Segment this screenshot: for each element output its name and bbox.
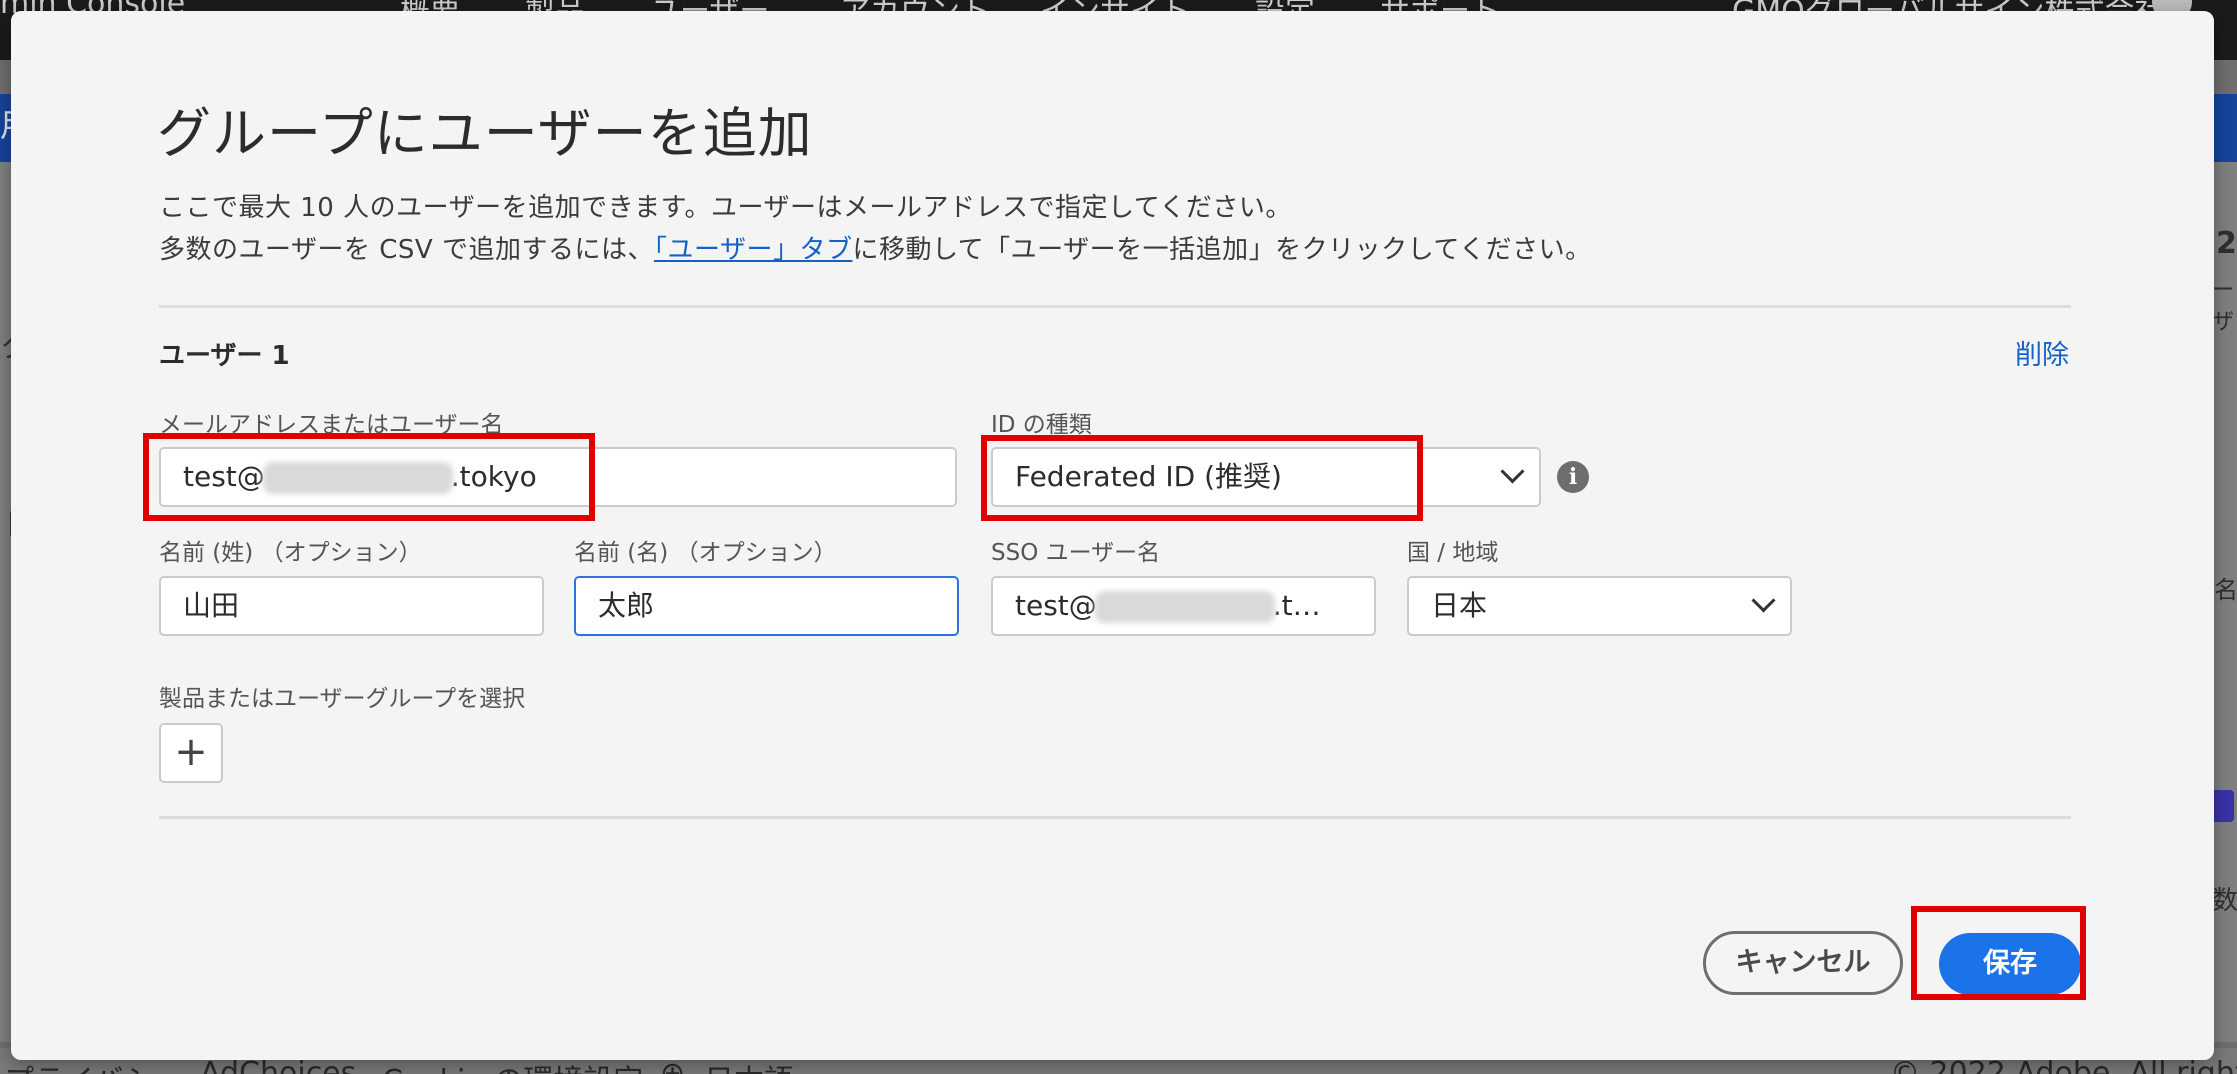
first-name-value: 太郎 [598, 589, 655, 622]
country-label: 国 / 地域 [1407, 540, 1499, 566]
sso-value-prefix: test@ [1015, 589, 1097, 622]
modal-description-line2: 多数のユーザーを CSV で追加するには、「ユーザー」タブに移動して「ユーザーを… [159, 229, 1592, 266]
id-type-label: ID の種類 [991, 412, 1092, 438]
divider-bottom [159, 816, 2071, 819]
last-name-label: 名前 (姓) （オプション） [159, 540, 422, 566]
bg-right-text-3: 名 [2214, 576, 2237, 604]
first-name-field[interactable]: 太郎 [574, 576, 959, 636]
sso-label: SSO ユーザー名 [991, 540, 1161, 566]
product-label: 製品またはユーザーグループを選択 [159, 686, 526, 712]
redacted-region [1094, 591, 1275, 623]
last-name-value: 山田 [183, 589, 240, 622]
user-section-title: ユーザー 1 [159, 341, 290, 371]
cancel-button[interactable]: キャンセル [1703, 931, 1903, 995]
sso-username-field[interactable]: test@ .t… [991, 576, 1376, 636]
bg-right-text-1: 2 [2216, 226, 2237, 261]
last-name-field[interactable]: 山田 [159, 576, 544, 636]
desc-line2-pre: 多数のユーザーを CSV で追加するには、 [159, 235, 654, 265]
users-tab-link[interactable]: 「ユーザー」タブ [654, 235, 852, 265]
highlight-save [1911, 906, 2086, 1000]
modal-title: グループにユーザーを追加 [157, 102, 813, 165]
highlight-email [143, 433, 595, 521]
modal-description-line1: ここで最大 10 人のユーザーを追加できます。ユーザーはメールアドレスで指定して… [159, 193, 1292, 223]
info-icon[interactable]: i [1557, 461, 1589, 493]
highlight-id-type [981, 435, 1423, 521]
divider-top [159, 305, 2071, 308]
bg-right-text-2: ーザ [2212, 278, 2235, 335]
add-product-button[interactable]: + [159, 723, 223, 783]
sso-value-suffix: .t… [1272, 589, 1321, 622]
country-select[interactable]: 日本 [1407, 576, 1792, 636]
delete-user-link[interactable]: 削除 [2015, 333, 2069, 372]
add-user-modal: グループにユーザーを追加 ここで最大 10 人のユーザーを追加できます。ユーザー… [11, 11, 2214, 1060]
chevron-down-icon [1751, 588, 1776, 613]
desc-line2-post: に移動して「ユーザーを一括追加」をクリックしてください。 [852, 235, 1592, 265]
chevron-down-icon [1500, 459, 1525, 484]
bg-right-text-4: 数 [2212, 886, 2237, 916]
first-name-label: 名前 (名) （オプション） [574, 540, 837, 566]
country-value: 日本 [1431, 589, 1488, 622]
